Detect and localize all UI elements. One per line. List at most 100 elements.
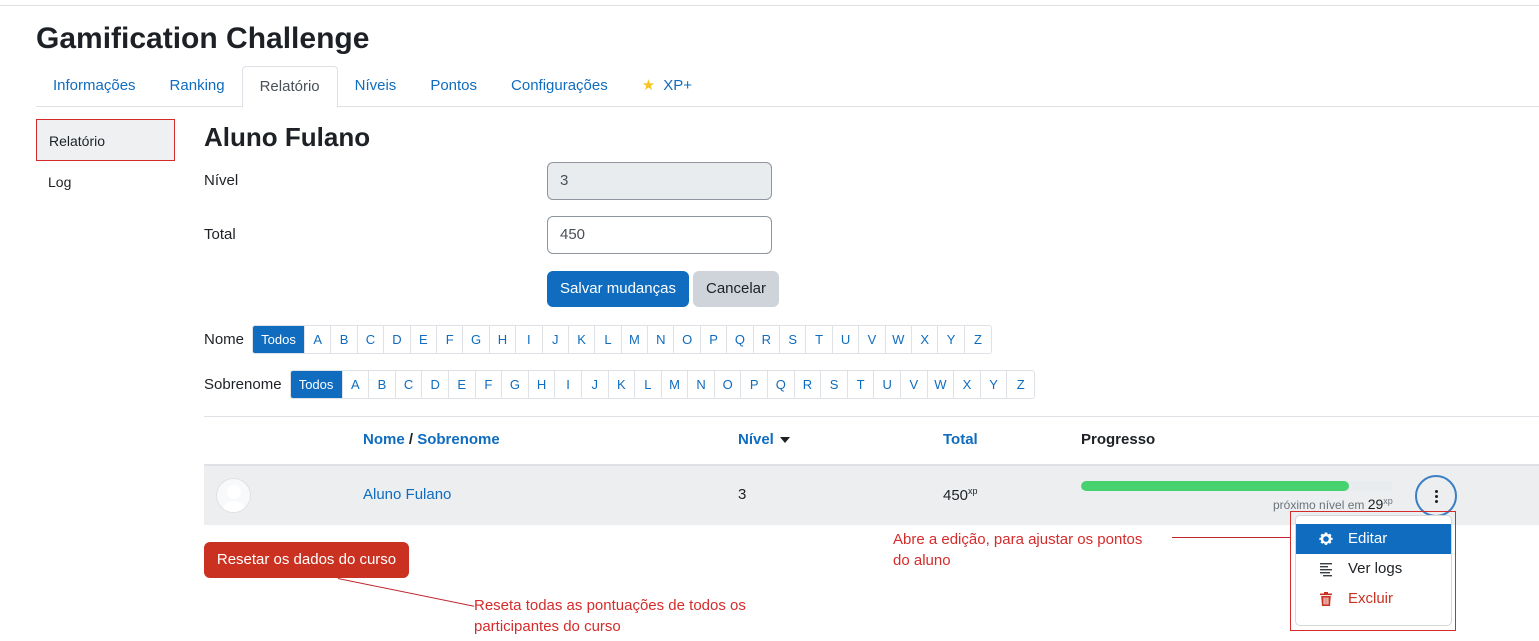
- header-level: Nível: [738, 431, 790, 448]
- first-name-letter-k[interactable]: K: [569, 326, 596, 353]
- tab-pontos[interactable]: Pontos: [413, 66, 494, 107]
- tab-relatorio[interactable]: Relatório: [241, 66, 338, 108]
- first-name-letter-i[interactable]: I: [516, 326, 543, 353]
- first-name-letter-b[interactable]: B: [331, 326, 358, 353]
- last-name-letter-j[interactable]: J: [582, 371, 609, 398]
- last-name-letter-a[interactable]: A: [343, 371, 370, 398]
- last-name-letter-b[interactable]: B: [369, 371, 396, 398]
- first-name-letter-w[interactable]: W: [886, 326, 912, 353]
- last-name-letter-c[interactable]: C: [396, 371, 423, 398]
- last-name-letter-g[interactable]: G: [502, 371, 529, 398]
- last-name-letter-z[interactable]: Z: [1007, 371, 1034, 398]
- tab-ranking[interactable]: Ranking: [153, 66, 242, 107]
- last-name-letter-v[interactable]: V: [901, 371, 928, 398]
- tab-xp-plus[interactable]: ★ XP+: [625, 66, 709, 107]
- last-name-letter-p[interactable]: P: [741, 371, 769, 398]
- menu-item-editar[interactable]: Editar: [1296, 524, 1451, 554]
- last-name-letter-e[interactable]: E: [449, 371, 476, 398]
- sort-by-level-link[interactable]: Nível: [738, 431, 774, 448]
- first-name-filter: Nome Todos A B C D E F G H I J K L M N O P Q R S T U V W X Y Z: [204, 325, 993, 354]
- last-name-letter-h[interactable]: H: [529, 371, 556, 398]
- first-name-letter-m[interactable]: M: [622, 326, 649, 353]
- edit-annotation: Abre a edição, para ajustar os pontos do…: [893, 529, 1142, 571]
- first-name-letter-h[interactable]: H: [490, 326, 517, 353]
- last-name-letter-t[interactable]: T: [848, 371, 875, 398]
- last-name-letter-f[interactable]: F: [476, 371, 503, 398]
- last-name-letter-i[interactable]: I: [555, 371, 582, 398]
- list-icon: [1320, 563, 1332, 577]
- first-name-letter-c[interactable]: C: [358, 326, 385, 353]
- star-icon: ★: [641, 77, 656, 94]
- student-name-link[interactable]: Aluno Fulano: [363, 486, 451, 503]
- last-name-letter-w[interactable]: W: [928, 371, 955, 398]
- reset-course-data-button[interactable]: Resetar os dados do curso: [204, 542, 409, 578]
- tab-informacoes[interactable]: Informações: [36, 66, 153, 107]
- save-changes-button[interactable]: Salvar mudanças: [547, 271, 689, 307]
- first-name-letter-n[interactable]: N: [648, 326, 675, 353]
- progress-bar-fill: [1081, 481, 1350, 491]
- first-name-letter-v[interactable]: V: [859, 326, 886, 353]
- tab-niveis[interactable]: Níveis: [338, 66, 414, 107]
- student-total-unit: xp: [968, 486, 978, 496]
- last-name-letter-x[interactable]: X: [954, 371, 981, 398]
- edit-annotation-line1: Abre a edição, para ajustar os pontos: [893, 531, 1143, 548]
- last-name-letter-n[interactable]: N: [688, 371, 715, 398]
- sidebar-item-log[interactable]: Log: [36, 161, 175, 203]
- menu-item-editar-label: Editar: [1348, 530, 1388, 547]
- last-name-letter-d[interactable]: D: [422, 371, 449, 398]
- last-name-letter-r[interactable]: R: [795, 371, 822, 398]
- reset-annotation-pointer: [337, 578, 475, 607]
- first-name-letter-u[interactable]: U: [833, 326, 860, 353]
- page-title: Gamification Challenge: [36, 22, 370, 55]
- last-name-letters: Todos A B C D E F G H I J K L M N O P Q R S T U V W X Y Z: [289, 370, 1035, 399]
- first-name-letter-g[interactable]: G: [463, 326, 490, 353]
- first-name-letter-q[interactable]: Q: [727, 326, 754, 353]
- tab-configuracoes[interactable]: Configurações: [494, 66, 625, 107]
- sort-by-name-link[interactable]: Nome: [363, 431, 405, 448]
- first-name-letter-j[interactable]: J: [543, 326, 569, 353]
- first-name-letter-t[interactable]: T: [806, 326, 833, 353]
- first-name-letter-z[interactable]: Z: [965, 326, 991, 353]
- first-name-letter-e[interactable]: E: [411, 326, 437, 353]
- sort-by-surname-link[interactable]: Sobrenome: [417, 431, 500, 448]
- last-name-letter-u[interactable]: U: [874, 371, 902, 398]
- next-level-unit: xp: [1383, 496, 1393, 506]
- last-name-all-button[interactable]: Todos: [290, 371, 343, 398]
- menu-item-ver-logs[interactable]: Ver logs: [1296, 554, 1451, 584]
- cancel-button[interactable]: Cancelar: [693, 271, 779, 307]
- kebab-icon: [1434, 489, 1438, 503]
- first-name-letter-s[interactable]: S: [780, 326, 807, 353]
- tab-bar: Informações Ranking Relatório Níveis Pon…: [36, 66, 1539, 108]
- last-name-letter-k[interactable]: K: [609, 371, 636, 398]
- first-name-letter-l[interactable]: L: [595, 326, 622, 353]
- first-name-letter-r[interactable]: R: [754, 326, 781, 353]
- total-field[interactable]: 450: [547, 216, 772, 254]
- student-name-heading: Aluno Fulano: [204, 122, 371, 152]
- total-label: Total: [204, 226, 236, 243]
- sort-by-total-link[interactable]: Total: [943, 431, 978, 448]
- first-name-letter-y[interactable]: Y: [938, 326, 965, 353]
- level-label: Nível: [204, 172, 239, 189]
- last-name-letter-o[interactable]: O: [715, 371, 742, 398]
- first-name-letter-d[interactable]: D: [384, 326, 411, 353]
- first-name-letter-a[interactable]: A: [305, 326, 332, 353]
- progress-bar: [1081, 481, 1393, 491]
- reset-annotation-line2: participantes do curso: [474, 618, 621, 635]
- edit-annotation-line2: do aluno: [893, 552, 951, 569]
- last-name-letter-q[interactable]: Q: [768, 371, 795, 398]
- first-name-letter-o[interactable]: O: [674, 326, 701, 353]
- avatar: [216, 478, 251, 513]
- menu-item-excluir[interactable]: Excluir: [1296, 584, 1451, 614]
- first-name-letter-x[interactable]: X: [912, 326, 939, 353]
- last-name-letter-s[interactable]: S: [821, 371, 848, 398]
- first-name-letter-p[interactable]: P: [701, 326, 728, 353]
- last-name-letter-l[interactable]: L: [635, 371, 662, 398]
- sidebar-item-relatorio[interactable]: Relatório: [36, 119, 175, 161]
- level-field: 3: [547, 162, 772, 200]
- first-name-all-button[interactable]: Todos: [253, 326, 306, 353]
- top-divider: [0, 5, 1539, 6]
- header-progress: Progresso: [1081, 431, 1156, 448]
- last-name-letter-y[interactable]: Y: [981, 371, 1008, 398]
- last-name-letter-m[interactable]: M: [662, 371, 689, 398]
- first-name-letter-f[interactable]: F: [437, 326, 464, 353]
